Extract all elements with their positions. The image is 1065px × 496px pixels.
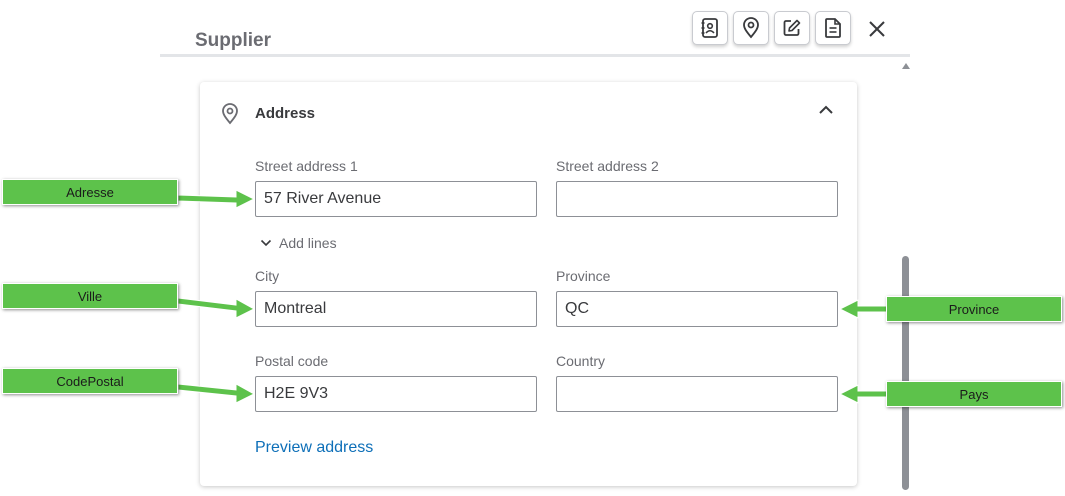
adresse-arrow (177, 189, 256, 209)
adresse-callout: Adresse (2, 179, 178, 205)
province-arrow (838, 299, 888, 319)
pays-arrow (838, 384, 888, 404)
province-callout: Province (886, 296, 1062, 322)
annotation-arrows (177, 189, 888, 404)
pays-callout: Pays (886, 381, 1062, 407)
ville-arrow (177, 297, 256, 319)
ville-callout: Ville (2, 283, 178, 309)
codepostal-arrow (177, 383, 256, 404)
codepostal-callout: CodePostal (2, 368, 178, 394)
